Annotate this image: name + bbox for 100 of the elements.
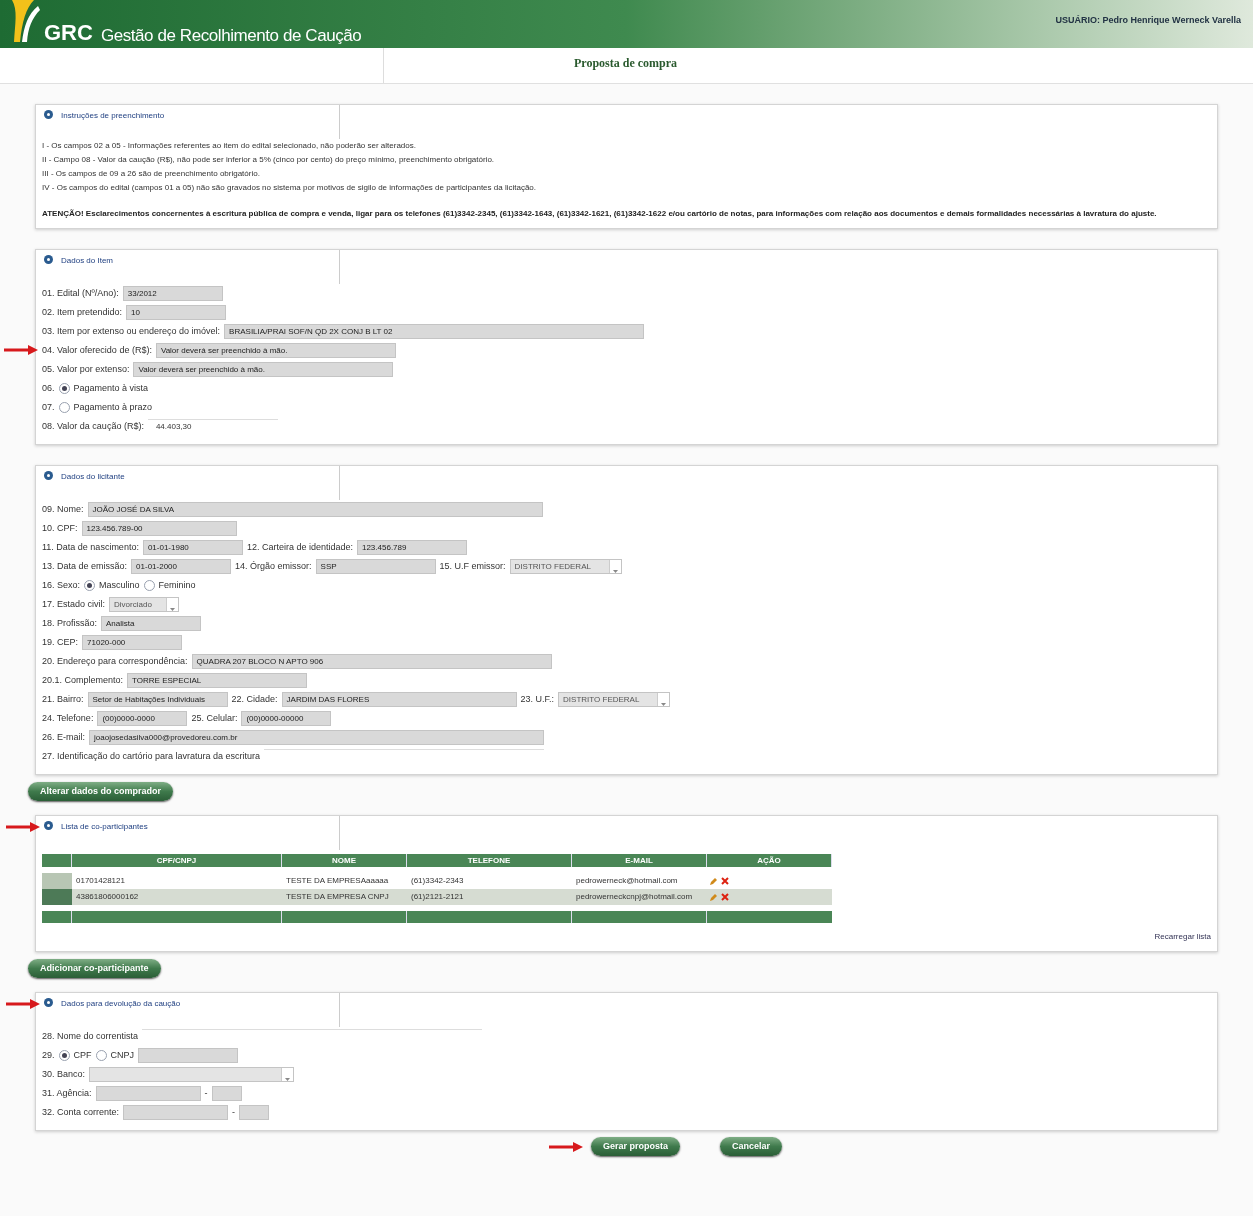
table-cell-text: TESTE DA EMPRESA CNPJ bbox=[285, 891, 390, 903]
radio-label: Feminino bbox=[158, 578, 196, 592]
input-field[interactable] bbox=[138, 1048, 239, 1063]
field-label: 26. E-mail: bbox=[42, 730, 85, 744]
field-label: 21. Bairro: bbox=[42, 692, 84, 706]
collapse-icon[interactable] bbox=[44, 471, 53, 480]
field-label: 19. CEP: bbox=[42, 635, 79, 649]
field-label: 18. Profissão: bbox=[42, 616, 98, 630]
input-field[interactable] bbox=[211, 1086, 242, 1101]
field-label: - bbox=[204, 1086, 208, 1100]
action-button[interactable]: Cancelar bbox=[720, 1137, 783, 1156]
dropdown[interactable]: DISTRITO FEDERAL bbox=[509, 559, 622, 574]
input-field[interactable]: (00)0000-0000 bbox=[97, 711, 188, 726]
delete-icon[interactable] bbox=[721, 893, 729, 901]
input-field[interactable]: Valor deverá ser preenchido à mão. bbox=[155, 343, 396, 358]
input-field[interactable] bbox=[95, 1086, 201, 1101]
delete-icon[interactable] bbox=[721, 877, 729, 885]
caret-icon bbox=[281, 1068, 294, 1081]
field-label: 28. Nome do correntista bbox=[42, 1029, 139, 1043]
input-field[interactable]: 123.456.789-00 bbox=[81, 521, 237, 536]
section-title: Lista de co-participantes bbox=[61, 821, 148, 833]
instruction-line: II - Campo 08 - Valor da caução (R$), não pode ser inferior a 5% (cinco por cento) do preço mínimo, preenchimento obrigatório. bbox=[42, 154, 496, 166]
table-row[interactable]: 43861806000162 TESTE DA EMPRESA CNPJ (61)2121-2121 pedrowerneckcnpj@hotmail.com bbox=[42, 889, 832, 905]
collapse-icon[interactable] bbox=[44, 998, 53, 1007]
radio-button[interactable] bbox=[58, 402, 70, 413]
field-label: 06. bbox=[42, 381, 55, 395]
input-field[interactable]: QUADRA 207 BLOCO N APTO 906 bbox=[191, 654, 552, 669]
input-field[interactable]: 71020-000 bbox=[82, 635, 183, 650]
field-label: 13. Data de emissão: bbox=[42, 559, 128, 573]
page-title: Proposta de compra bbox=[574, 55, 678, 72]
action-button[interactable]: Adicionar co-participante bbox=[28, 959, 161, 978]
collapse-icon[interactable] bbox=[44, 110, 53, 119]
radio-button[interactable] bbox=[84, 580, 96, 591]
radio-button[interactable] bbox=[58, 383, 70, 394]
field-label: 01. Edital (Nº/Ano): bbox=[42, 286, 119, 300]
input-field[interactable]: 01-01-1980 bbox=[142, 540, 243, 555]
action-button[interactable]: Gerar proposta bbox=[590, 1137, 680, 1156]
field-label: 22. Cidade: bbox=[231, 692, 278, 706]
field-label: 02. Item pretendido: bbox=[42, 305, 123, 319]
field-label: 05. Valor por extenso: bbox=[42, 362, 130, 376]
field-label: 10. CPF: bbox=[42, 521, 78, 535]
dropdown[interactable]: Divorciado bbox=[109, 597, 180, 612]
field-label: 23. U.F.: bbox=[520, 692, 555, 706]
input-field[interactable] bbox=[239, 1105, 270, 1120]
input-field[interactable] bbox=[123, 1105, 229, 1120]
field-label: 30. Banco: bbox=[42, 1067, 86, 1081]
input-field[interactable]: BRASILIA/PRAI SOF/N QD 2X CONJ B LT 02 bbox=[224, 324, 645, 339]
caret-icon bbox=[166, 598, 179, 611]
section-title: Dados do licitante bbox=[61, 471, 125, 483]
instruction-line: I - Os campos 02 a 05 - Informações referentes ao item do edital selecionado, não poderão ser alterados. bbox=[42, 140, 417, 152]
field-label: 32. Conta corrente: bbox=[42, 1105, 120, 1119]
field-label: 27. Identificação do cartório para lavratura da escritura bbox=[42, 749, 261, 763]
field-label: 25. Celular: bbox=[191, 711, 238, 725]
input-field[interactable]: 01-01-2000 bbox=[131, 559, 232, 574]
field-label: 03. Item por extenso ou endereço do imóvel: bbox=[42, 324, 221, 338]
collapse-icon[interactable] bbox=[44, 821, 53, 830]
field-label: 24. Telefone: bbox=[42, 711, 94, 725]
table-cell-text: pedrowerneckcnpj@hotmail.com bbox=[575, 891, 694, 903]
dropdown[interactable]: DISTRITO FEDERAL bbox=[558, 692, 671, 707]
input-field[interactable]: 33/2012 bbox=[122, 286, 223, 301]
radio-button[interactable] bbox=[143, 580, 155, 591]
dropdown[interactable] bbox=[89, 1067, 295, 1082]
input-field[interactable]: 10 bbox=[126, 305, 227, 320]
field-label: 14. Órgão emissor: bbox=[235, 559, 312, 573]
radio-button[interactable] bbox=[58, 1050, 70, 1061]
notice-text: ATENÇÃO! Esclarecimentos concernentes à escritura pública de compra e venda, ligar para os telefones (61)3342-2345, (61)3342-1643, (61)3342-1621, (61)3342-1622 e/ou cartório de notas, para informações com relação aos documentos e demais formalidades necessárias à lavratura do ajuste. bbox=[42, 208, 1158, 220]
collapse-icon[interactable] bbox=[44, 255, 53, 264]
column-header: E-MAIL bbox=[572, 854, 707, 867]
field-label: 16. Sexo: bbox=[42, 578, 81, 592]
input-field[interactable]: Valor deverá ser preenchido à mão. bbox=[133, 362, 394, 377]
action-button[interactable]: Alterar dados do comprador bbox=[28, 782, 174, 801]
input-field[interactable]: (00)0000-00000 bbox=[241, 711, 332, 726]
field-label: - bbox=[232, 1105, 236, 1119]
input-field[interactable]: Setor de Habitações Individuais bbox=[87, 692, 228, 707]
table-cell-text: (61)2121-2121 bbox=[410, 891, 465, 903]
section-title: Dados do Item bbox=[61, 255, 114, 267]
field-label: 20. Endereço para correspondência: bbox=[42, 654, 188, 668]
table-cell-text: (61)3342-2343 bbox=[410, 875, 465, 887]
radio-button[interactable] bbox=[95, 1050, 107, 1061]
section-title: Dados para devolução da caução bbox=[61, 998, 181, 1010]
input-field[interactable]: JARDIM DAS FLORES bbox=[281, 692, 517, 707]
field-label: 09. Nome: bbox=[42, 502, 84, 516]
table-cell-text: TESTE DA EMPRESAaaaaa bbox=[285, 875, 390, 887]
field-label: 04. Valor oferecido de (R$): bbox=[42, 343, 152, 357]
radio-label: CPF bbox=[73, 1048, 92, 1062]
caret-icon bbox=[657, 693, 670, 706]
field-label: 08. Valor da caução (R$): bbox=[42, 419, 144, 433]
instruction-line: IV - Os campos do edital (campos 01 a 05) não são gravados no sistema por motivos de sigilo de informações de participantes da licitação. bbox=[42, 182, 538, 194]
input-field[interactable]: SSP bbox=[315, 559, 436, 574]
input-field[interactable]: 123.456.789 bbox=[356, 540, 467, 555]
input-field[interactable]: joaojosedasilva000@provedoreu.com.br bbox=[89, 730, 544, 745]
column-header: NOME bbox=[282, 854, 407, 867]
app-subtitle: Gestão de Recolhimento de Caução bbox=[100, 27, 362, 44]
input-field[interactable]: Analista bbox=[101, 616, 202, 631]
input-field[interactable]: JOÃO JOSÉ DA SILVA bbox=[87, 502, 543, 517]
reload-link[interactable]: Recarregar lista bbox=[1154, 931, 1211, 943]
input-field[interactable]: TORRE ESPECIAL bbox=[127, 673, 308, 688]
field-label: 12. Carteira de identidade: bbox=[246, 540, 353, 554]
caret-icon bbox=[608, 560, 621, 573]
field-label: 17. Estado civil: bbox=[42, 597, 106, 611]
